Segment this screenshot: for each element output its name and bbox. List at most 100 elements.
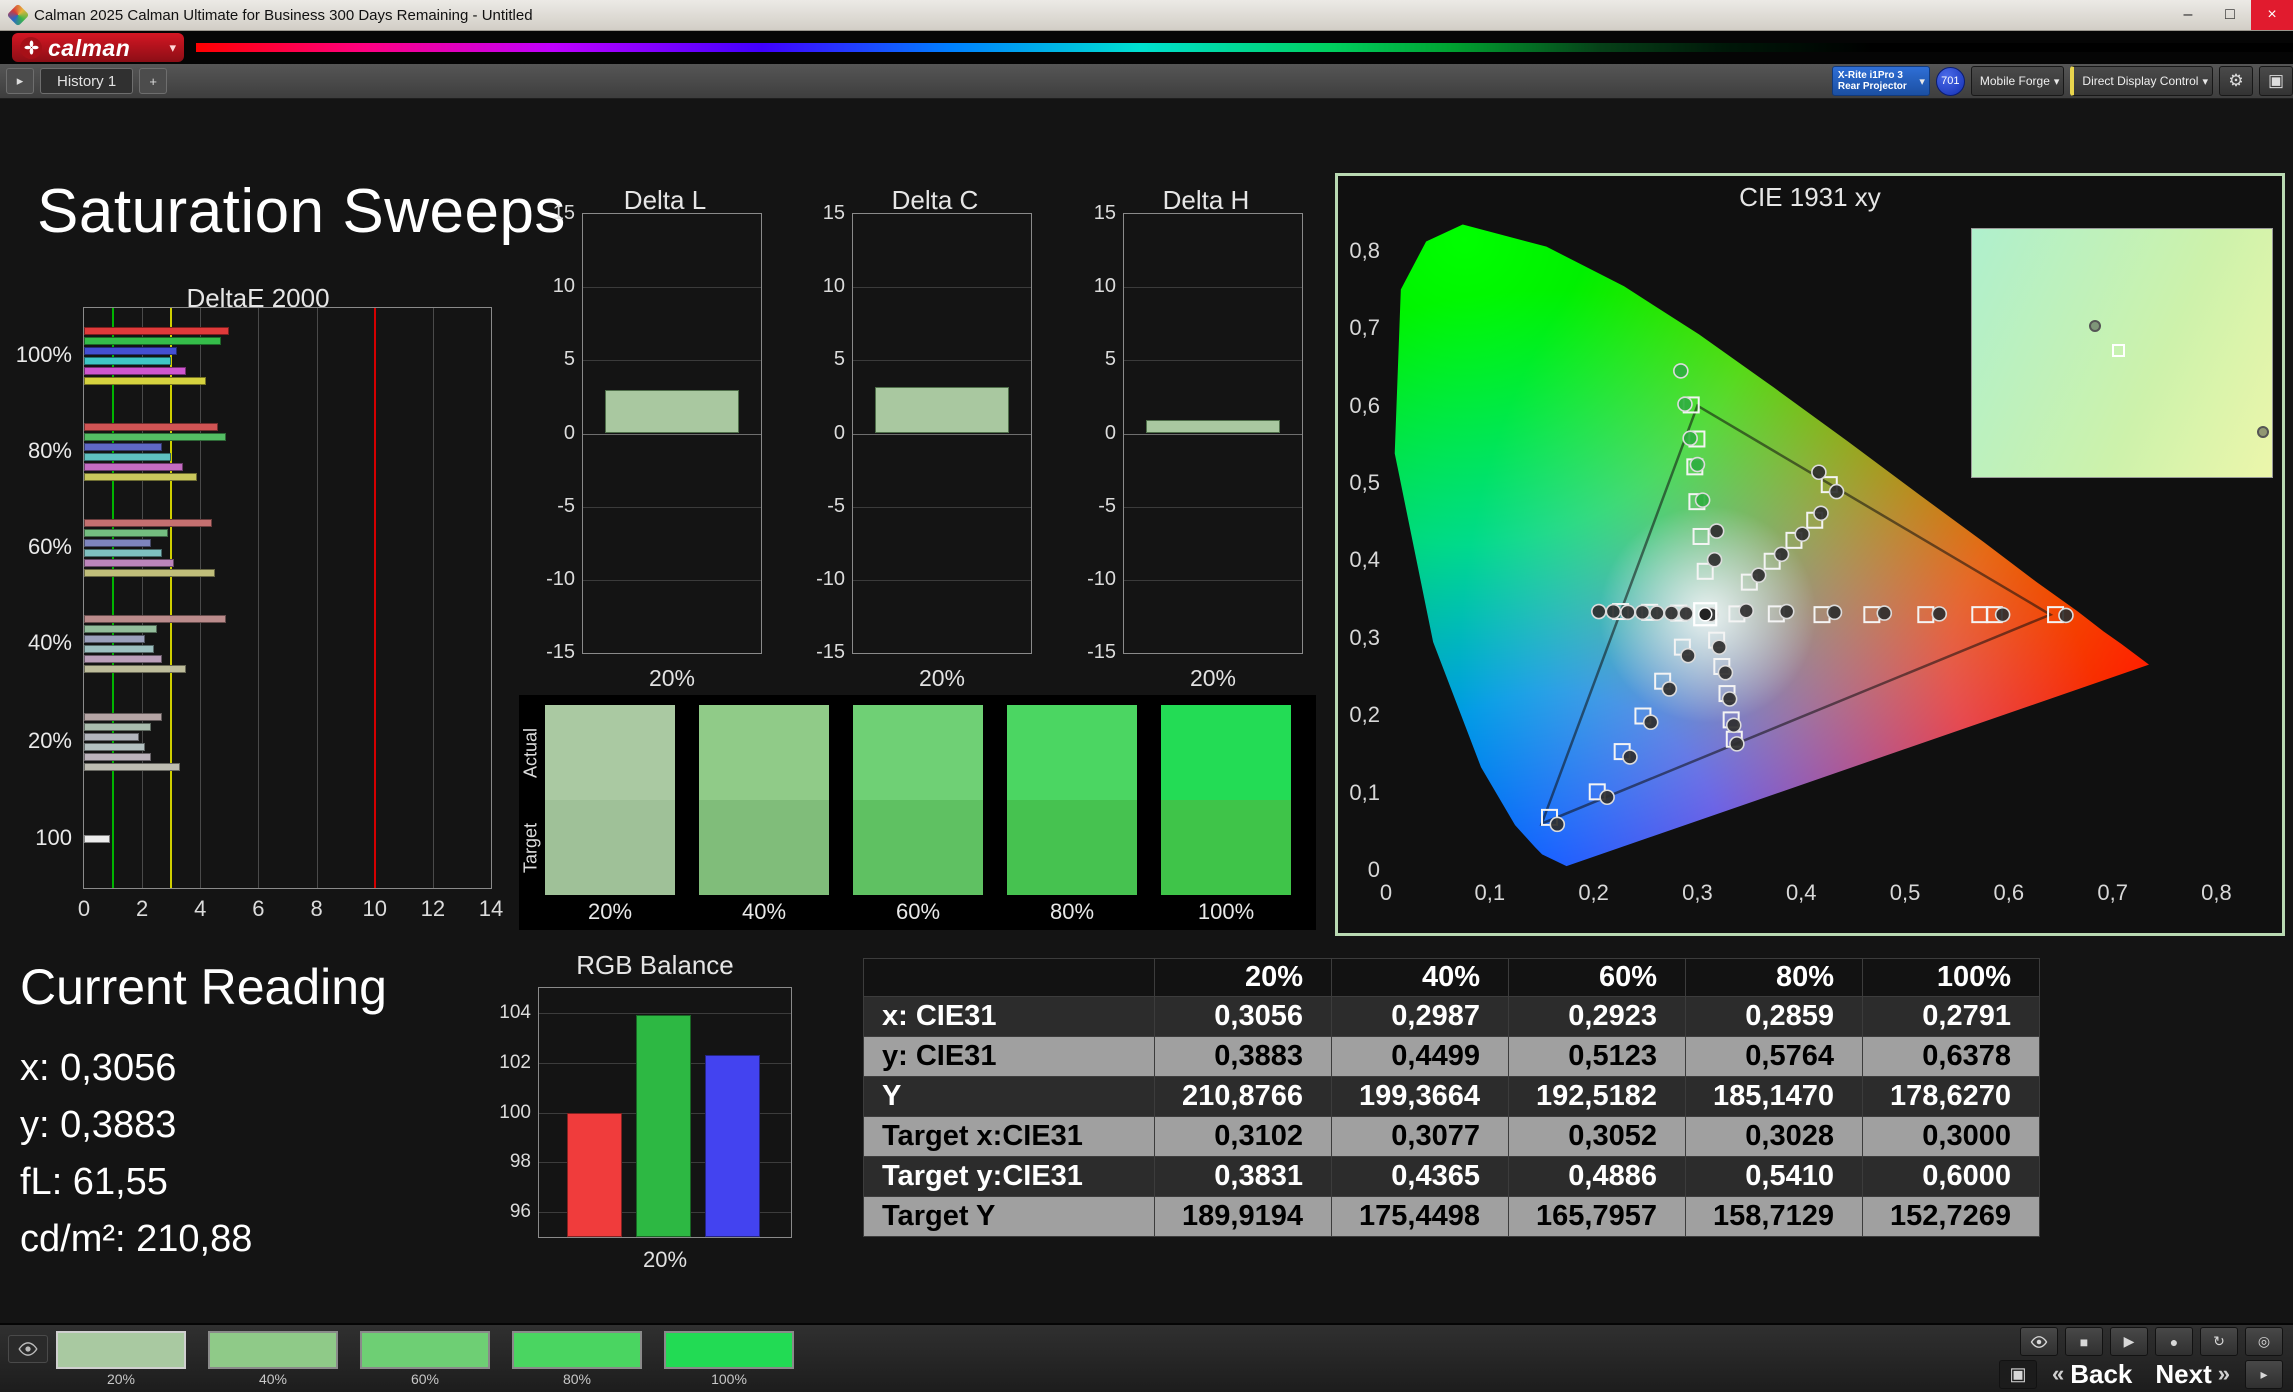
current-reading-panel: Current Reading x: 0,3056 y: 0,3883 fL: … xyxy=(20,958,480,1268)
bar xyxy=(84,645,154,654)
measurement-marker xyxy=(1711,639,1728,655)
bar xyxy=(567,1112,622,1237)
inset-measurement-marker xyxy=(2089,319,2101,332)
x-tick-label: 8 xyxy=(310,896,323,921)
measurement-marker xyxy=(1591,603,1607,620)
table-cell: 0,3028 xyxy=(1685,1116,1863,1157)
reading-fl: fL: 61,55 xyxy=(20,1161,168,1203)
close-button[interactable]: × xyxy=(2251,0,2293,30)
actual-patch xyxy=(1161,705,1291,800)
y-tick-label: -15 xyxy=(1087,641,1116,663)
display-control-dropdown[interactable]: Direct Display Control ▾ xyxy=(2070,66,2213,96)
bar xyxy=(84,472,198,481)
refresh-button[interactable]: ↻ xyxy=(2200,1327,2238,1356)
measurement-marker xyxy=(1721,691,1738,707)
chevron-down-icon: ▾ xyxy=(2202,75,2208,88)
table-row-label: Target Y xyxy=(863,1196,1155,1237)
measurement-marker xyxy=(1794,526,1811,542)
page-title: Saturation Sweeps xyxy=(37,177,566,246)
y-tick-label: 96 xyxy=(509,1201,531,1223)
titlebar: Calman 2025 Calman Ultimate for Business… xyxy=(0,0,2293,31)
gridline xyxy=(583,506,761,508)
more-button[interactable]: ▸ xyxy=(2245,1359,2283,1389)
measurement-marker xyxy=(1706,551,1723,568)
y-tick-label: 5 xyxy=(563,348,575,371)
next-label: Next xyxy=(2155,1358,2212,1389)
bar xyxy=(705,1055,760,1237)
bar xyxy=(84,356,172,365)
bar xyxy=(84,732,140,741)
measurement-marker xyxy=(1549,816,1566,833)
deltae2000-chart: DeltaE 2000 0 2 4 6 8 10 12 14 100% 80% 60% 40% 20% 1… xyxy=(16,283,504,933)
maximize-button[interactable]: □ xyxy=(2209,0,2251,30)
measurement-marker xyxy=(1813,505,1829,522)
y-tick-label: 0,7 xyxy=(1349,315,1380,341)
table-cell: 0,3052 xyxy=(1508,1116,1686,1157)
x-tick-label: 0 xyxy=(1379,880,1393,905)
y-tick-label: 0,1 xyxy=(1349,779,1380,805)
thumbnail-80%[interactable]: 80% xyxy=(512,1331,642,1387)
y-tick-label: 0,3 xyxy=(1349,624,1380,650)
y-tick-label: 0 xyxy=(1367,857,1380,882)
play-button[interactable]: ▶ xyxy=(2110,1327,2148,1356)
app-icon xyxy=(6,3,30,27)
measurement-marker xyxy=(1620,604,1636,621)
gridline xyxy=(583,433,761,435)
bar xyxy=(84,615,227,624)
saturation-patch-panel: Actual Target 20% 40% 60% 80% 100% xyxy=(519,695,1316,930)
measurement-marker xyxy=(1738,602,1755,619)
actual-patch xyxy=(699,705,829,800)
group-label: 40% xyxy=(27,630,72,656)
meter-line1: X-Rite i1Pro 3 xyxy=(1837,70,1903,81)
meter-dropdown[interactable]: X-Rite i1Pro 3 Rear Projector ▾ xyxy=(1831,66,1930,96)
measurement-marker xyxy=(1682,430,1698,447)
thumbnail-40%[interactable]: 40% xyxy=(208,1331,338,1387)
new-tab-button[interactable]: + xyxy=(139,68,168,94)
source-dropdown[interactable]: Mobile Forge ▾ xyxy=(1970,66,2065,96)
bar xyxy=(636,1015,691,1237)
preview-eye-button[interactable] xyxy=(8,1335,48,1363)
x-tick-label: 0,8 xyxy=(2201,880,2232,905)
bar xyxy=(84,326,230,335)
cie-inset-preview xyxy=(1971,228,2273,478)
gridline xyxy=(1124,360,1302,362)
table-row-label: Target x:CIE31 xyxy=(863,1116,1155,1157)
measurement-marker xyxy=(1634,604,1651,621)
actual-patch xyxy=(545,705,675,800)
power-button[interactable]: ◎ xyxy=(2245,1327,2283,1356)
y-tick-label: 0 xyxy=(1104,421,1116,444)
reading-x: x: 0,3056 xyxy=(20,1047,177,1089)
calman-menu-button[interactable]: calman ▾ xyxy=(12,33,184,62)
record-button[interactable]: ● xyxy=(2155,1327,2193,1356)
table-row: x: CIE31 0,3056 0,2987 0,2923 0,2859 0,2791 xyxy=(863,996,2040,1037)
gridline xyxy=(1124,506,1302,508)
settings-gear-button[interactable]: ⚙ xyxy=(2219,66,2253,96)
thumbnail-100%[interactable]: 100% xyxy=(664,1331,794,1387)
measurement-marker xyxy=(1773,546,1790,563)
y-tick-label: -15 xyxy=(816,641,845,663)
collapse-panel-button[interactable]: ▸ xyxy=(6,68,34,94)
cie-chart-panel: CIE 1931 xy 0 0,1 0,2 0,3 0,4 0,5 0,6 0,7 0,8 0 0,… xyxy=(1335,173,2285,936)
y-tick-label: -5 xyxy=(557,494,575,517)
stop-button[interactable]: ■ xyxy=(2065,1327,2103,1356)
thumbnail-patch xyxy=(360,1331,490,1369)
meter-label: X-Rite i1Pro 3 Rear Projector xyxy=(1833,70,1915,92)
inset-measurement-marker xyxy=(2257,426,2269,439)
bottom-bar: 20% 40% 60% 80% 100% ■ ▶ ● ↻ ◎ ▣ « Back Next xyxy=(0,1323,2293,1392)
layout-toggle-button[interactable]: ▣ xyxy=(1998,1359,2037,1389)
eye-icon-button[interactable] xyxy=(2020,1327,2058,1356)
cie-plot: 0 0,1 0,2 0,3 0,4 0,5 0,6 0,7 0,8 0 0,1 0,2 0,3 0,4 0,… xyxy=(1349,220,2273,905)
bar xyxy=(84,655,163,664)
thumbnail-60%[interactable]: 60% xyxy=(360,1331,490,1387)
tab-history-1[interactable]: History 1 xyxy=(40,68,134,94)
bar xyxy=(84,519,212,528)
thumbnail-patch xyxy=(56,1331,186,1369)
y-tick-label: 15 xyxy=(822,202,845,224)
next-button[interactable]: Next » xyxy=(2147,1359,2238,1389)
thumbnail-20%[interactable]: 20% xyxy=(56,1331,186,1387)
layout-grid-button[interactable]: ▣ xyxy=(2259,66,2293,96)
bar xyxy=(84,529,169,538)
toolbar-right-cluster: X-Rite i1Pro 3 Rear Projector ▾ 701 Mobi… xyxy=(1831,66,2293,96)
minimize-button[interactable]: – xyxy=(2167,0,2209,30)
back-button[interactable]: « Back xyxy=(2044,1359,2140,1389)
